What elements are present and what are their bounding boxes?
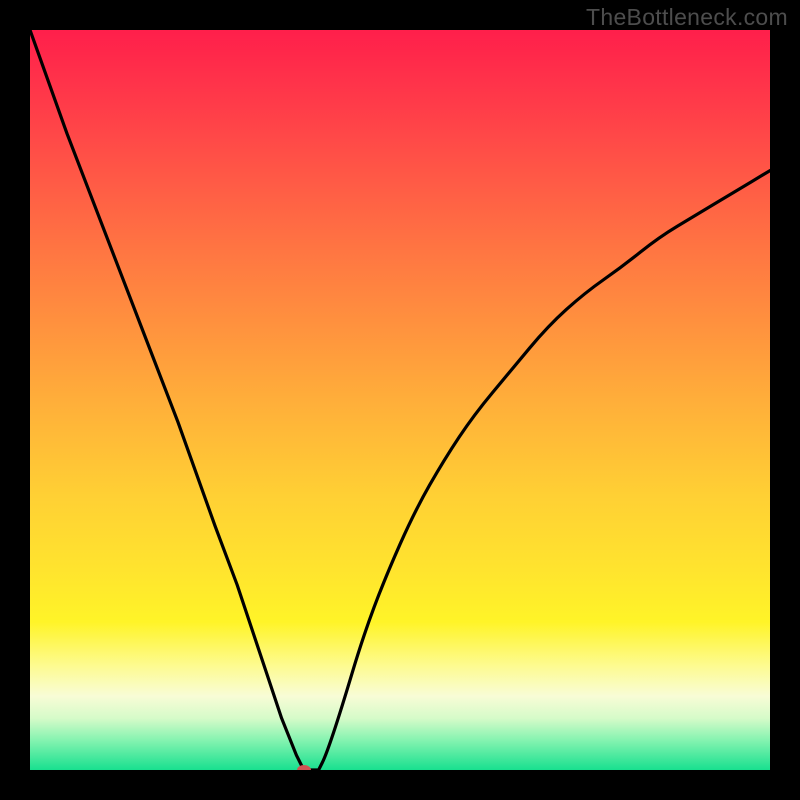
plot-area xyxy=(30,30,770,770)
optimal-point-marker xyxy=(297,765,311,770)
watermark-text: TheBottleneck.com xyxy=(586,4,788,31)
bottleneck-curve xyxy=(30,30,770,770)
chart-frame: TheBottleneck.com xyxy=(0,0,800,800)
curve-layer xyxy=(30,30,770,770)
